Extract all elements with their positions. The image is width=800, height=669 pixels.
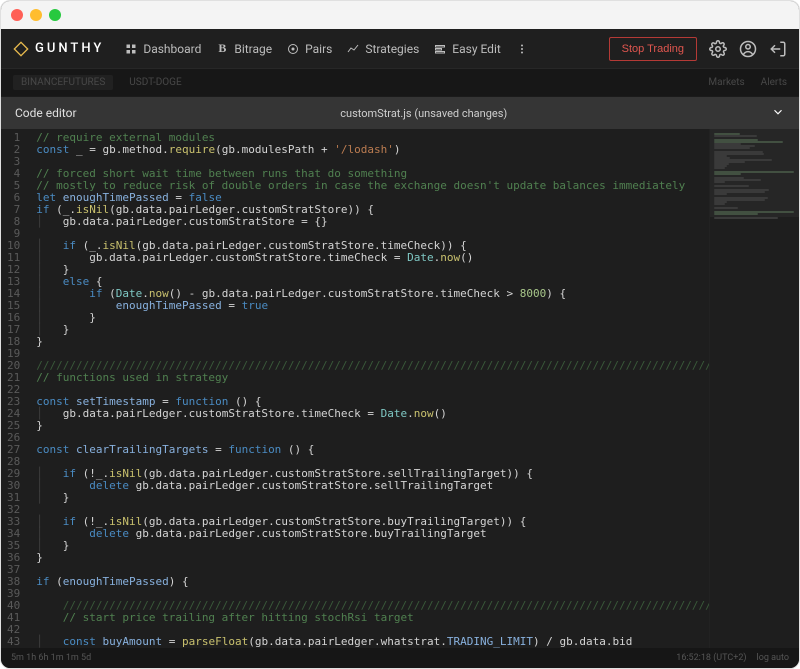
nav-easy-edit-label: Easy Edit [452,42,501,56]
brand: GUNTHY [13,41,104,57]
dashboard-icon [124,42,138,56]
top-app-bar: GUNTHY Dashboard B Bitrage Pairs Strateg… [1,29,799,69]
status-timeframes[interactable]: 5m 1h 6h 1m 1m 5d [11,653,91,663]
account-button[interactable] [739,40,757,58]
status-clock: 16:52:18 (UTC+2) [676,653,746,663]
status-bar: 5m 1h 6h 1m 1m 5d 16:52:18 (UTC+2) log a… [1,648,799,668]
settings-button[interactable] [709,40,727,58]
code-content[interactable]: // require external modulesconst _ = gb.… [30,129,709,648]
kebab-icon [515,42,529,56]
logout-button[interactable] [769,40,787,58]
nav-pairs[interactable]: Pairs [286,42,332,56]
main-nav: Dashboard B Bitrage Pairs Strategies Eas… [124,42,528,56]
nav-strategies-label: Strategies [365,42,419,56]
nav-strategies[interactable]: Strategies [346,42,419,56]
nav-dashboard-label: Dashboard [143,42,201,56]
close-traffic-light[interactable] [11,9,23,21]
pairs-icon [286,42,300,56]
nav-easy-edit[interactable]: Easy Edit [433,42,501,56]
code-editor[interactable]: 1234567891011121314151617181920212223242… [1,129,799,648]
editor-collapse-toggle[interactable] [771,105,785,122]
minimap[interactable] [709,129,799,648]
brand-logo-icon [13,41,29,57]
status-mode[interactable]: log auto [757,653,789,663]
app-window: GUNTHY Dashboard B Bitrage Pairs Strateg… [0,0,800,669]
line-number-gutter: 1234567891011121314151617181920212223242… [1,129,30,648]
nav-bitrage-label: Bitrage [234,42,272,56]
pair-chip[interactable]: USDT-DOGE [129,77,181,88]
easy-edit-icon [433,42,447,56]
window-titlebar [1,1,799,29]
minimize-traffic-light[interactable] [30,9,42,21]
nav-overflow[interactable] [515,42,529,56]
exchange-chip[interactable]: BINANCEFUTURES [13,75,113,90]
zoom-traffic-light[interactable] [49,9,61,21]
editor-filename: customStrat.js (unsaved changes) [77,107,771,120]
code-editor-header: Code editor customStrat.js (unsaved chan… [1,97,799,129]
topbar-right: Stop Trading [609,37,787,61]
strategies-icon [346,42,360,56]
market-subbar: BINANCEFUTURES USDT-DOGE Markets Alerts [1,69,799,97]
stop-trading-button[interactable]: Stop Trading [609,37,697,61]
markets-label[interactable]: Markets [708,77,744,88]
brand-text: GUNTHY [35,41,104,56]
editor-title: Code editor [15,106,77,120]
bitrage-icon: B [215,42,229,56]
nav-bitrage[interactable]: B Bitrage [215,42,272,56]
nav-pairs-label: Pairs [305,42,332,56]
nav-dashboard[interactable]: Dashboard [124,42,201,56]
alerts-label[interactable]: Alerts [761,77,787,88]
